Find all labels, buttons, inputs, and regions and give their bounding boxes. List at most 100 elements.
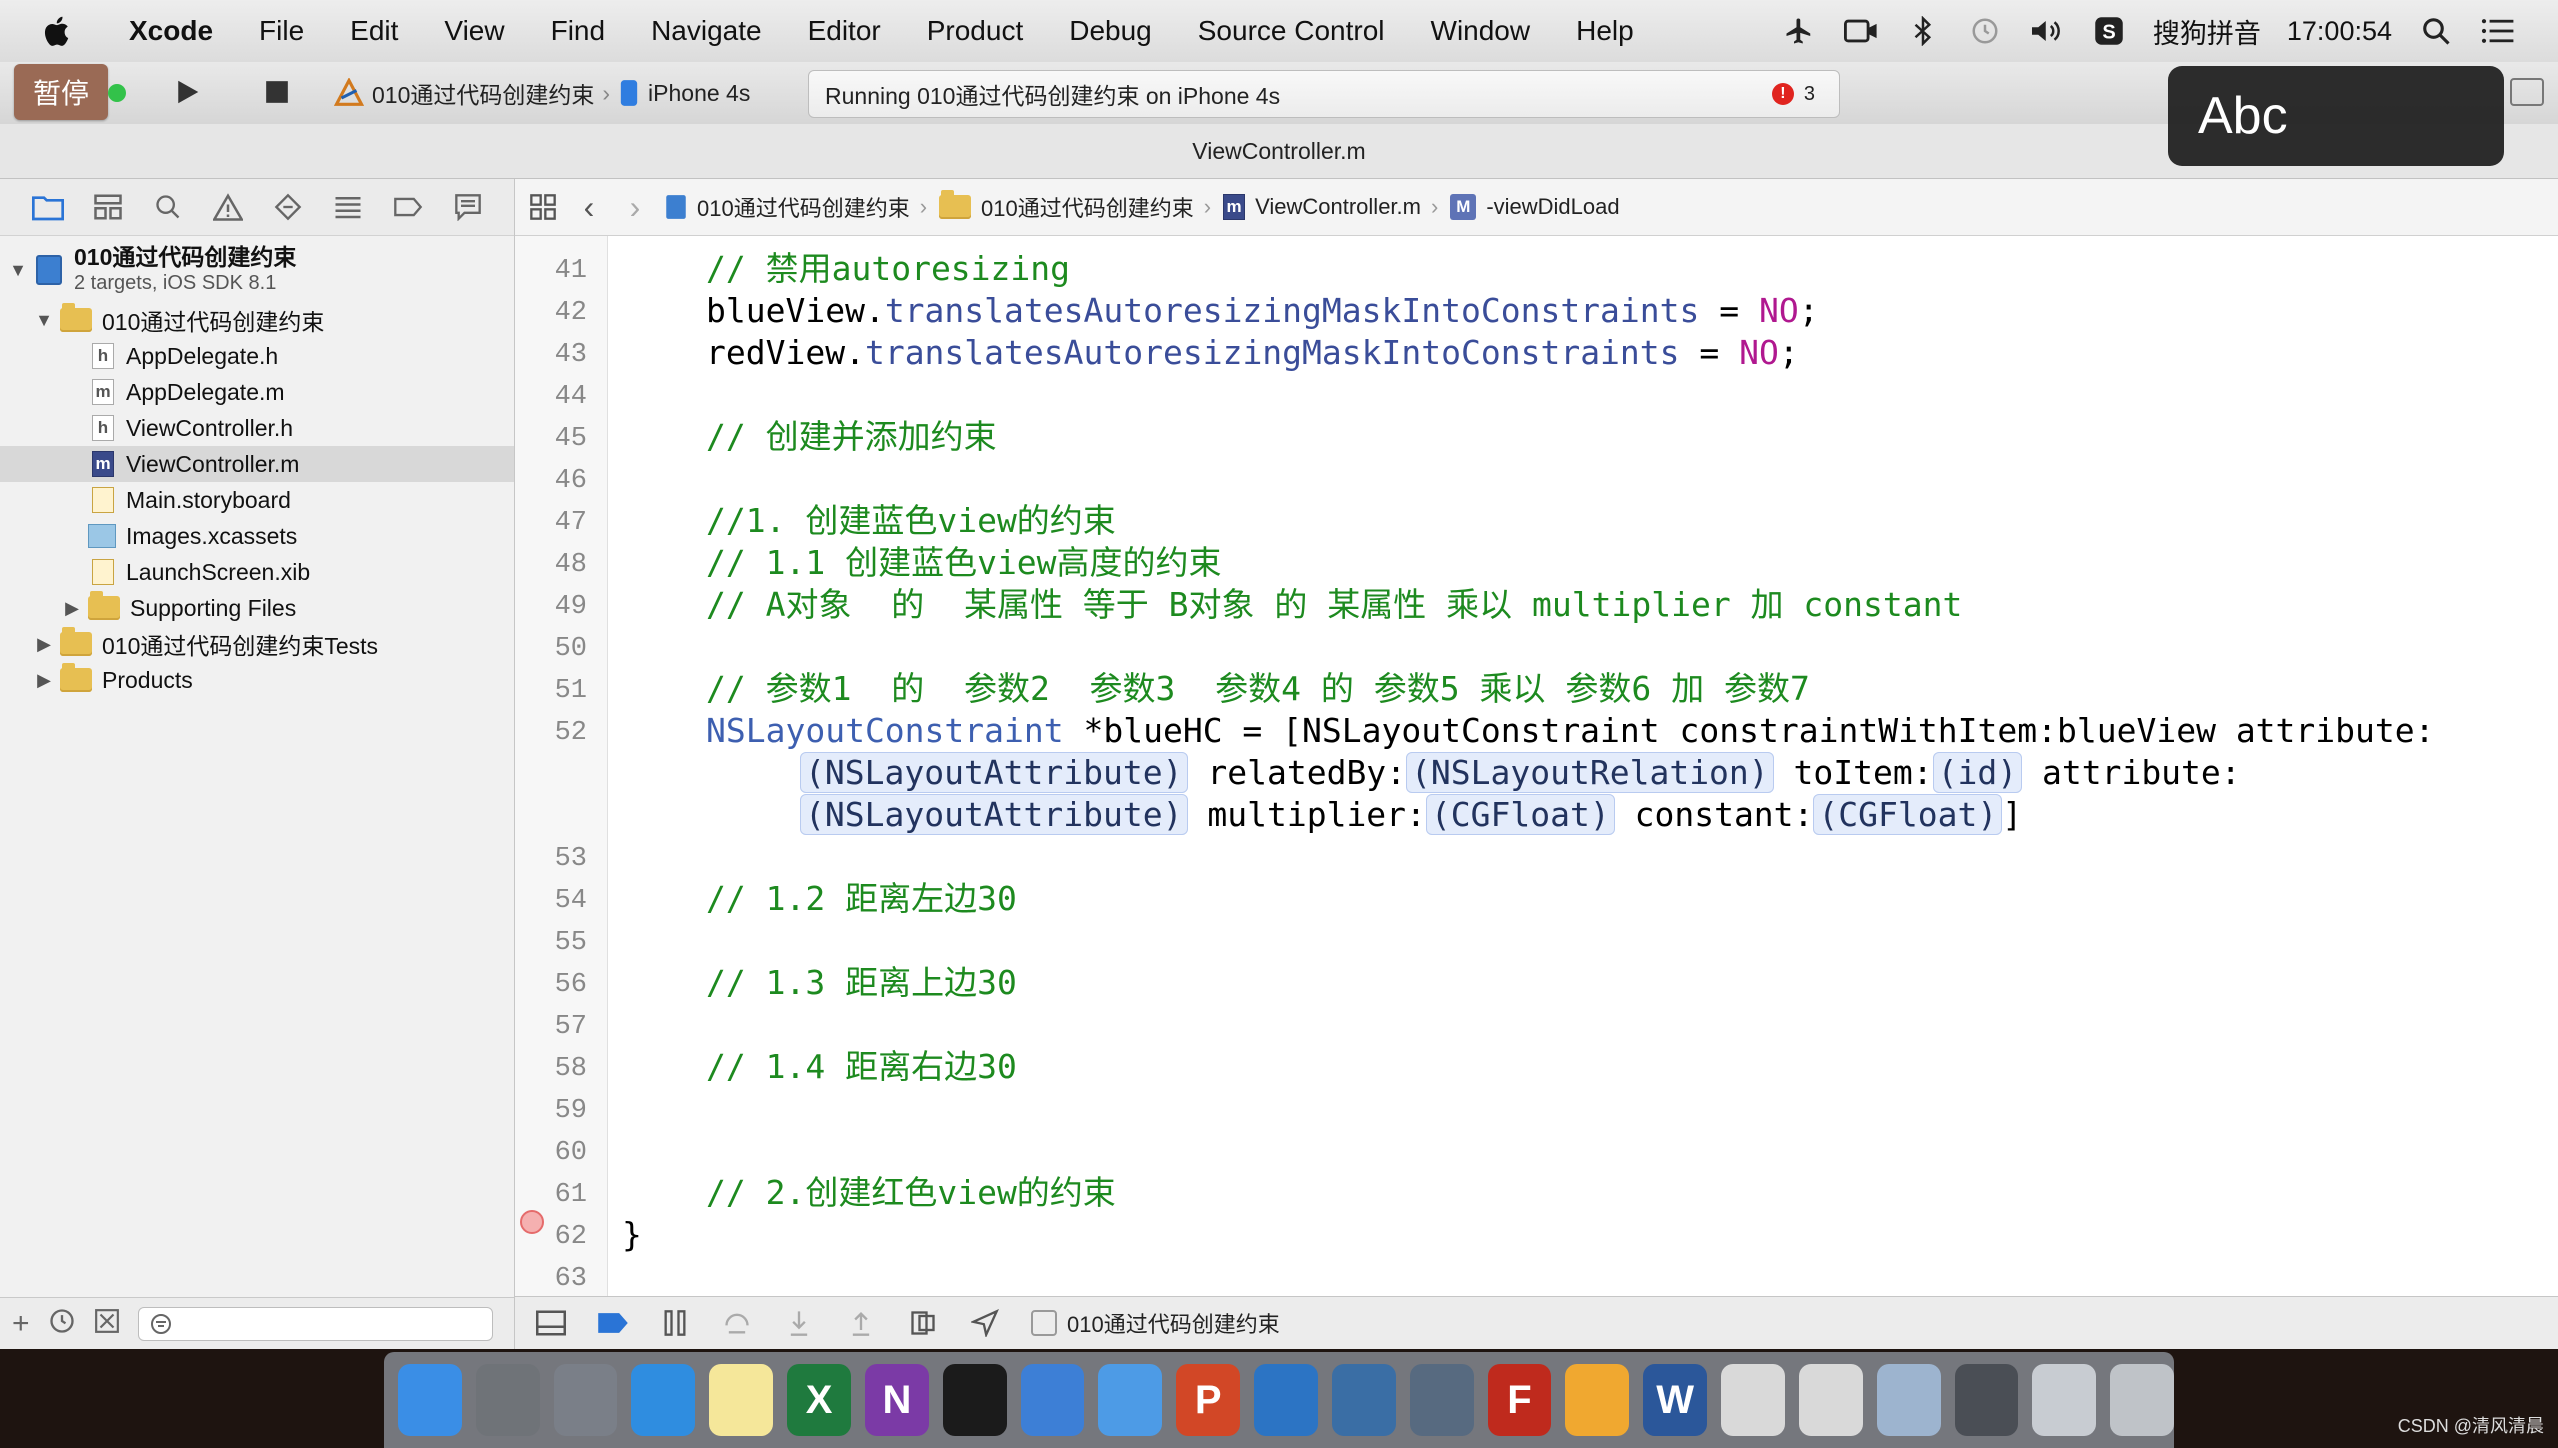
onenote-icon[interactable]: N bbox=[864, 1364, 929, 1436]
menu-navigate[interactable]: Navigate bbox=[628, 15, 785, 47]
tree-row-file-selected[interactable]: m ViewController.m bbox=[0, 446, 514, 482]
textedit-icon[interactable] bbox=[1721, 1364, 1785, 1436]
tree-row-group[interactable]: ▶ Supporting Files bbox=[0, 590, 514, 626]
excel-icon[interactable]: X bbox=[787, 1364, 851, 1436]
line-number[interactable]: 42 bbox=[515, 298, 587, 328]
view-debugger-icon[interactable] bbox=[907, 1307, 939, 1339]
disclosure-closed-icon[interactable]: ▶ bbox=[36, 634, 52, 654]
stop-button[interactable] bbox=[240, 68, 314, 116]
line-number[interactable]: 62 bbox=[515, 1222, 587, 1252]
spotlight-search-icon[interactable] bbox=[2418, 13, 2454, 49]
airplane-icon[interactable] bbox=[1781, 13, 1817, 49]
related-items-icon[interactable] bbox=[525, 189, 561, 225]
trash-icon[interactable] bbox=[2110, 1364, 2175, 1436]
error-indicator[interactable]: ! 3 bbox=[1771, 83, 1815, 106]
camera-icon[interactable] bbox=[1843, 13, 1879, 49]
breakpoints-toggle-icon[interactable] bbox=[597, 1307, 629, 1339]
menubar-clock[interactable]: 17:00:54 bbox=[2287, 16, 2392, 47]
simulator-icon[interactable] bbox=[1409, 1364, 1474, 1436]
keyboard-icon[interactable] bbox=[2032, 1364, 2097, 1436]
warning-icon[interactable] bbox=[210, 189, 246, 225]
tree-row-file[interactable]: h AppDelegate.h bbox=[0, 338, 514, 374]
instruments-icon[interactable] bbox=[1254, 1364, 1318, 1436]
placeholder-token[interactable]: (CGFloat) bbox=[1425, 794, 1615, 835]
time-machine-icon[interactable] bbox=[1967, 13, 2003, 49]
preview-icon[interactable] bbox=[1876, 1364, 1941, 1436]
keynote-icon[interactable] bbox=[1331, 1364, 1396, 1436]
disclosure-closed-icon[interactable]: ▶ bbox=[64, 598, 80, 618]
tree-row-group[interactable]: ▶ 010通过代码创建约束Tests bbox=[0, 626, 514, 662]
breadcrumb-method[interactable]: M -viewDidLoad bbox=[1450, 194, 1620, 220]
line-number[interactable]: 51 bbox=[515, 676, 587, 706]
hide-debug-area-icon[interactable] bbox=[535, 1307, 567, 1339]
display-icon[interactable] bbox=[1954, 1364, 2019, 1436]
tree-row-project[interactable]: ▼ 010通过代码创建约束 2 targets, iOS SDK 8.1 bbox=[0, 240, 514, 300]
recent-files-icon[interactable] bbox=[48, 1307, 76, 1340]
placeholder-token[interactable]: (CGFloat) bbox=[1813, 794, 2003, 835]
line-number[interactable]: 56 bbox=[515, 970, 587, 1000]
back-arrow-icon[interactable]: ‹ bbox=[571, 189, 607, 225]
line-number[interactable]: 41 bbox=[515, 256, 587, 286]
bluetooth-icon[interactable] bbox=[1905, 13, 1941, 49]
tree-row-file[interactable]: Images.xcassets bbox=[0, 518, 514, 554]
source-editor[interactable]: // 禁用autoresizing blueView.translatesAut… bbox=[608, 236, 2558, 1296]
report-navigator-icon[interactable] bbox=[450, 189, 486, 225]
line-number[interactable]: 59 bbox=[515, 1096, 587, 1126]
line-number[interactable]: 49 bbox=[515, 592, 587, 622]
line-number[interactable]: 50 bbox=[515, 634, 587, 664]
tree-row-file[interactable]: Main.storyboard bbox=[0, 482, 514, 518]
breadcrumb-file[interactable]: m ViewController.m bbox=[1223, 194, 1421, 220]
tree-row-group[interactable]: ▶ Products bbox=[0, 662, 514, 698]
line-number[interactable]: 55 bbox=[515, 928, 587, 958]
terminal-icon[interactable] bbox=[942, 1364, 1007, 1436]
disclosure-closed-icon[interactable]: ▶ bbox=[36, 670, 52, 690]
line-number[interactable]: 47 bbox=[515, 508, 587, 538]
navigator-filter-input[interactable] bbox=[137, 1306, 493, 1341]
tree-row-file[interactable]: LaunchScreen.xib bbox=[0, 554, 514, 590]
window-zoom-dot[interactable] bbox=[108, 84, 126, 102]
textedit-icon[interactable] bbox=[1798, 1364, 1863, 1436]
line-number[interactable]: 63 bbox=[515, 1264, 587, 1294]
menu-debug[interactable]: Debug bbox=[1046, 15, 1175, 47]
notification-center-icon[interactable] bbox=[2480, 13, 2516, 49]
step-over-icon[interactable] bbox=[721, 1307, 753, 1339]
menu-editor[interactable]: Editor bbox=[785, 15, 904, 47]
system-preferences-icon[interactable] bbox=[475, 1364, 540, 1436]
menu-product[interactable]: Product bbox=[904, 15, 1047, 47]
folder-icon[interactable] bbox=[1098, 1364, 1163, 1436]
breadcrumb-group[interactable]: 010通过代码创建约束 bbox=[939, 190, 1194, 223]
powerpoint-icon[interactable]: P bbox=[1176, 1364, 1241, 1436]
breakpoint-navigator-icon[interactable] bbox=[390, 189, 426, 225]
add-icon[interactable]: + bbox=[12, 1307, 30, 1341]
menu-edit[interactable]: Edit bbox=[327, 15, 421, 47]
line-number[interactable]: 46 bbox=[515, 466, 587, 496]
sketch-icon[interactable] bbox=[1565, 1364, 1630, 1436]
menu-xcode[interactable]: Xcode bbox=[106, 15, 236, 47]
menu-find[interactable]: Find bbox=[528, 15, 628, 47]
menu-help[interactable]: Help bbox=[1553, 15, 1657, 47]
menu-window[interactable]: Window bbox=[1408, 15, 1554, 47]
scheme-selector[interactable]: 010通过代码创建约束 › iPhone 4s bbox=[334, 72, 794, 114]
menu-source-control[interactable]: Source Control bbox=[1175, 15, 1408, 47]
volume-icon[interactable] bbox=[2029, 13, 2065, 49]
placeholder-token[interactable]: (NSLayoutAttribute) bbox=[800, 752, 1188, 793]
source-control-filter-icon[interactable] bbox=[94, 1308, 120, 1339]
line-number[interactable]: 43 bbox=[515, 340, 587, 370]
location-simulate-icon[interactable] bbox=[969, 1307, 1001, 1339]
line-number[interactable]: 54 bbox=[515, 886, 587, 916]
line-number[interactable]: 52 bbox=[515, 718, 587, 748]
menu-file[interactable]: File bbox=[236, 15, 327, 47]
filezilla-icon[interactable]: F bbox=[1487, 1364, 1552, 1436]
test-navigator-icon[interactable] bbox=[270, 189, 306, 225]
input-method-label[interactable]: 搜狗拼音 bbox=[2153, 12, 2261, 51]
placeholder-token[interactable]: (NSLayoutRelation) bbox=[1406, 752, 1774, 793]
launchpad-icon[interactable] bbox=[553, 1364, 618, 1436]
line-number[interactable]: 48 bbox=[515, 550, 587, 580]
tree-row-file[interactable]: h ViewController.h bbox=[0, 410, 514, 446]
sogou-input-icon[interactable]: S bbox=[2091, 13, 2127, 49]
step-out-icon[interactable] bbox=[845, 1307, 877, 1339]
xcode-icon[interactable] bbox=[1020, 1364, 1085, 1436]
apple-logo-icon[interactable] bbox=[40, 13, 76, 49]
line-number[interactable]: 57 bbox=[515, 1012, 587, 1042]
run-button[interactable] bbox=[150, 68, 224, 116]
